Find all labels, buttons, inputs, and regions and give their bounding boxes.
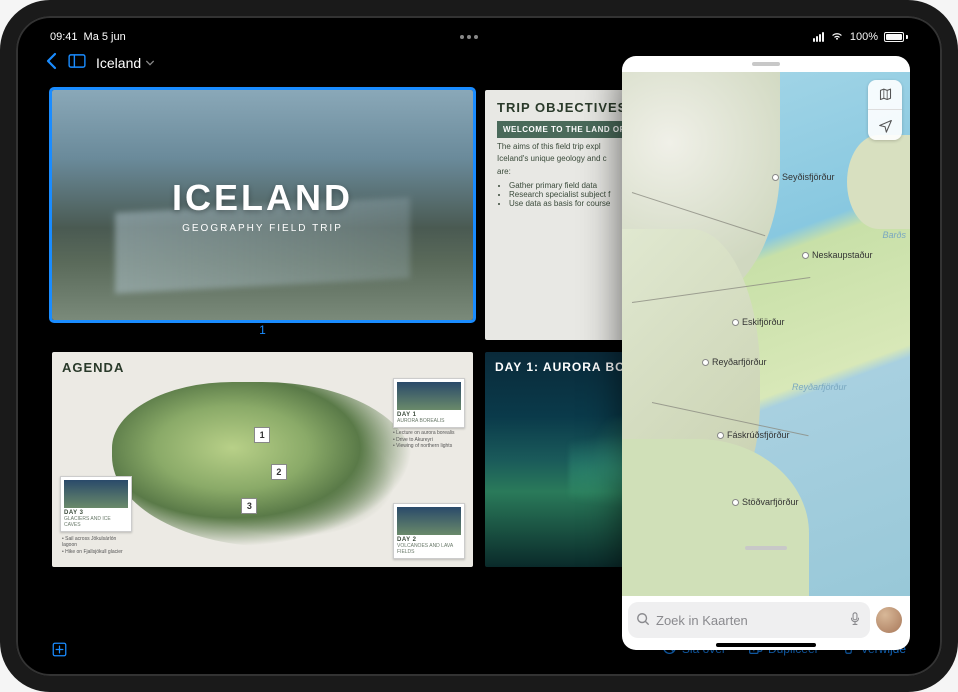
document-title-dropdown[interactable]: Iceland [96,55,155,71]
document-title: Iceland [96,55,141,71]
agenda-day1-bullets: • Lecture on aurora borealis • Drive to … [393,430,463,450]
slide3-iceland-map [112,382,413,547]
sidebar-toggle-button[interactable] [68,54,86,73]
agenda-card-day3: DAY 3 GLACIERS AND ICE CAVES [60,476,132,532]
map-town-label[interactable]: Stöðvarfjörður [732,497,799,507]
map-town-label[interactable]: Seyðisfjörður [772,172,835,182]
agenda-card-day2: DAY 2 VOLCANOES AND LAVA FIELDS [393,503,465,559]
slide1-title: ICELAND [172,177,353,219]
multitask-indicator[interactable] [460,35,478,39]
battery-icon [884,32,908,42]
home-indicator[interactable] [716,643,816,647]
dictate-icon[interactable] [848,612,862,629]
status-bar: 09:41 Ma 5 jun 100% [26,26,932,46]
slide-thumbnail-1[interactable]: ICELAND GEOGRAPHY FIELD TRIP 1 [52,90,473,340]
profile-avatar[interactable] [876,607,902,633]
map-controls [868,80,902,140]
maps-search-field[interactable]: Zoek in Kaarten [628,602,870,638]
map-town-label[interactable]: Fáskrúðsfjörður [717,430,790,440]
chevron-down-icon [145,55,155,71]
cellular-icon [813,32,824,42]
slide1-subtitle: GEOGRAPHY FIELD TRIP [182,223,343,234]
add-slide-button[interactable] [52,642,67,657]
map-mode-button[interactable] [868,80,902,110]
map-water-label: Barðs [882,230,906,240]
battery-percent: 100% [850,31,878,43]
maps-card-grab-handle[interactable] [745,546,787,550]
agenda-card-day1: DAY 1 AURORA BOREALIS [393,378,465,428]
back-button[interactable] [44,52,58,75]
slideover-grab-handle[interactable] [622,56,910,72]
status-time: 09:41 [50,31,78,43]
agenda-marker-1: 1 [254,427,270,443]
agenda-marker-2: 2 [271,464,287,480]
map-canvas[interactable]: Seyðisfjörður Neskaupstaður Eskifjörður … [622,72,910,596]
status-date: Ma 5 jun [84,31,126,43]
wifi-icon [830,31,844,44]
slide-number-1: 1 [52,320,473,337]
map-town-label[interactable]: Eskifjörður [732,317,785,327]
ipad-screen: 09:41 Ma 5 jun 100% Iceland [26,26,932,666]
map-town-label[interactable]: Reyðarfjörður [702,357,767,367]
search-placeholder: Zoek in Kaarten [656,613,748,628]
search-icon [636,612,650,629]
slide-thumbnail-3[interactable]: AGENDA 1 2 3 DAY 1 AURORA BOREALIS • Lec… [52,352,473,567]
locate-me-button[interactable] [868,110,902,140]
ipad-device-frame: 09:41 Ma 5 jun 100% Iceland [0,0,958,692]
maps-slideover-panel[interactable]: Seyðisfjörður Neskaupstaður Eskifjörður … [622,56,910,650]
slide3-heading: AGENDA [62,360,463,375]
map-water-label: Reyðarfjörður [792,382,847,392]
map-town-label[interactable]: Neskaupstaður [802,250,873,260]
agenda-marker-3: 3 [241,498,257,514]
agenda-day3-bullets: • Sail across Jökulsárlón lagoon • Hike … [62,536,132,556]
